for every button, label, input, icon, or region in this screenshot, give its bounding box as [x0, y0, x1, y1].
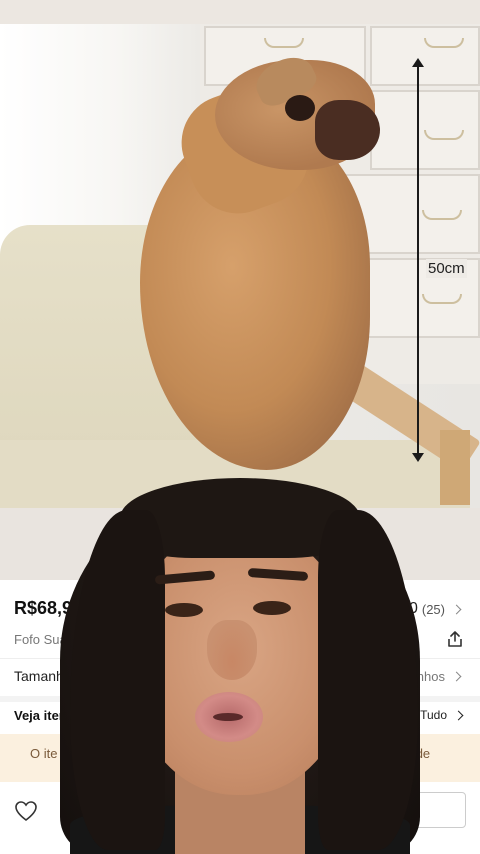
drawer-handle	[424, 130, 464, 140]
bottom-action-button[interactable]	[396, 792, 466, 828]
section-divider	[0, 696, 480, 702]
product-price: R$68,90	[14, 598, 83, 618]
rating-value: 5.00	[386, 600, 418, 617]
arrow-down-icon	[412, 453, 424, 462]
drawer	[370, 90, 480, 170]
product-title-right: ofada	[368, 632, 401, 647]
arrow-up-icon	[412, 58, 424, 67]
chevron-right-icon	[453, 710, 464, 720]
drawer	[370, 26, 480, 86]
drawer-handle	[422, 210, 462, 220]
star-icon: ★	[368, 601, 383, 618]
size-label[interactable]: Tamanho	[14, 668, 72, 684]
dog-pillow-snout	[315, 100, 380, 160]
heart-icon[interactable]	[14, 800, 38, 822]
photo-top-strip	[0, 0, 480, 24]
measurement-line	[417, 60, 419, 460]
product-info-panel: R$68,90 ★ 5.00 (25) Fofo Suave ofada Tam…	[0, 580, 480, 854]
notice-text-right: icações de	[368, 746, 431, 761]
dog-pillow-eye	[285, 95, 315, 121]
see-all-text: Ver Tudo	[398, 708, 447, 722]
related-items-label: Veja itens	[14, 708, 74, 723]
measurement-label: 50cm	[426, 259, 467, 278]
size-guide-link[interactable]: le tamanhos	[374, 669, 462, 684]
size-guide-text: le tamanhos	[374, 669, 445, 684]
drawer-handle	[422, 294, 462, 304]
chevron-right-icon	[451, 604, 462, 614]
rating-count: (25)	[421, 601, 445, 617]
sofa-leg	[440, 430, 470, 505]
chevron-right-icon	[451, 671, 462, 682]
notice-text-left: O ite	[30, 746, 58, 761]
divider	[0, 658, 480, 659]
drawer-handle	[264, 38, 304, 48]
drawer-handle	[424, 38, 464, 48]
rating-summary[interactable]: ★ 5.00 (25)	[368, 599, 462, 619]
product-title-left: Fofo Suave	[14, 632, 81, 647]
product-photo: 50cm	[0, 0, 480, 508]
share-icon[interactable]	[446, 630, 464, 648]
see-all-button[interactable]: Ver Tudo	[398, 708, 464, 722]
